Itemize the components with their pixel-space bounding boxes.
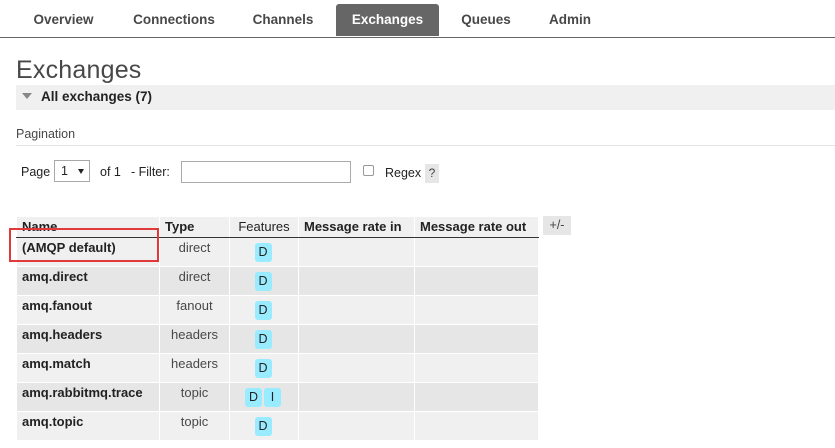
message-rate-out <box>414 382 539 412</box>
feature-badge: D <box>254 359 272 378</box>
columns-toggle-button[interactable]: +/- <box>543 216 571 235</box>
table-row[interactable]: amq.rabbitmq.trace topic D I <box>16 382 539 412</box>
column-header-name[interactable]: Name <box>16 216 160 238</box>
exchange-type: topic <box>159 411 230 441</box>
page-select[interactable]: 1 <box>54 160 90 182</box>
message-rate-in <box>298 237 415 267</box>
filter-label: - Filter: <box>131 165 170 179</box>
tab-overview[interactable]: Overview <box>16 4 111 36</box>
exchange-features: D <box>229 411 299 441</box>
feature-badge: D <box>254 417 272 436</box>
message-rate-out <box>414 237 539 267</box>
exchange-type: direct <box>159 266 230 296</box>
table-row[interactable]: amq.match headers D <box>16 353 539 383</box>
column-header-rate-in: Message rate in <box>298 216 415 238</box>
tab-channels[interactable]: Channels <box>236 4 330 36</box>
regex-checkbox[interactable] <box>363 165 374 176</box>
tab-admin[interactable]: Admin <box>533 4 607 36</box>
message-rate-in <box>298 266 415 296</box>
exchange-name-link[interactable]: (AMQP default) <box>16 237 160 267</box>
chevron-down-icon <box>78 169 84 174</box>
exchange-features: D <box>229 266 299 296</box>
table-row[interactable]: amq.headers headers D <box>16 324 539 354</box>
message-rate-in <box>298 295 415 325</box>
exchange-features: D <box>229 237 299 267</box>
all-exchanges-section-header[interactable]: All exchanges (7) <box>16 85 835 110</box>
column-header-features: Features <box>229 216 299 238</box>
message-rate-out <box>414 295 539 325</box>
feature-badge: D <box>245 388 262 407</box>
pagination-heading: Pagination <box>16 127 76 141</box>
exchange-type: headers <box>159 324 230 354</box>
tab-connections[interactable]: Connections <box>118 4 230 36</box>
table-row[interactable]: (AMQP default) direct D <box>16 237 539 267</box>
message-rate-in <box>298 382 415 412</box>
page-select-value: 1 <box>61 164 68 178</box>
help-button[interactable]: ? <box>425 164 439 183</box>
exchange-features: DI <box>229 382 299 412</box>
tab-exchanges[interactable]: Exchanges <box>336 4 439 36</box>
feature-badge: D <box>254 243 272 262</box>
exchange-type: fanout <box>159 295 230 325</box>
exchange-name-link[interactable]: amq.topic <box>16 411 160 441</box>
feature-badge: D <box>254 272 272 291</box>
table-row[interactable]: amq.direct direct D <box>16 266 539 296</box>
exchange-type: headers <box>159 353 230 383</box>
page-count-label: of 1 <box>100 165 121 179</box>
exchange-features: D <box>229 353 299 383</box>
message-rate-out <box>414 353 539 383</box>
exchange-features: D <box>229 295 299 325</box>
table-body: (AMQP default) direct Damq.direct direct Dam… <box>16 237 539 441</box>
message-rate-out <box>414 266 539 296</box>
feature-badge: D <box>254 301 272 320</box>
table-row[interactable]: amq.fanout fanout D <box>16 295 539 325</box>
message-rate-in <box>298 324 415 354</box>
table-header-row: Name Type Features Message rate in Messa… <box>16 216 539 238</box>
exchange-name-link[interactable]: amq.headers <box>16 324 160 354</box>
triangle-down-icon[interactable] <box>22 93 32 99</box>
regex-label: Regex <box>385 166 422 180</box>
message-rate-out <box>414 324 539 354</box>
message-rate-out <box>414 411 539 441</box>
exchange-name-link[interactable]: amq.match <box>16 353 160 383</box>
page-title: Exchanges <box>16 56 142 84</box>
message-rate-in <box>298 353 415 383</box>
column-header-rate-out: Message rate out <box>414 216 539 238</box>
exchange-type: topic <box>159 382 230 412</box>
tab-queues[interactable]: Queues <box>446 4 526 36</box>
section-label[interactable]: All exchanges (7) <box>41 89 152 104</box>
divider <box>16 145 835 146</box>
filter-input[interactable] <box>181 161 351 183</box>
exchange-name-link[interactable]: amq.fanout <box>16 295 160 325</box>
exchange-name-link[interactable]: amq.rabbitmq.trace <box>16 382 160 412</box>
table-row[interactable]: amq.topic topic D <box>16 411 539 441</box>
message-rate-in <box>298 411 415 441</box>
top-nav: Overview Connections Channels Exchanges … <box>0 0 835 38</box>
column-header-type[interactable]: Type <box>159 216 230 238</box>
exchanges-table: Name Type Features Message rate in Messa… <box>16 216 539 441</box>
page-label: Page <box>21 165 51 179</box>
feature-badge: I <box>264 388 281 407</box>
exchange-features: D <box>229 324 299 354</box>
feature-badge: D <box>254 330 272 349</box>
exchange-name-link[interactable]: amq.direct <box>16 266 160 296</box>
exchange-type: direct <box>159 237 230 267</box>
